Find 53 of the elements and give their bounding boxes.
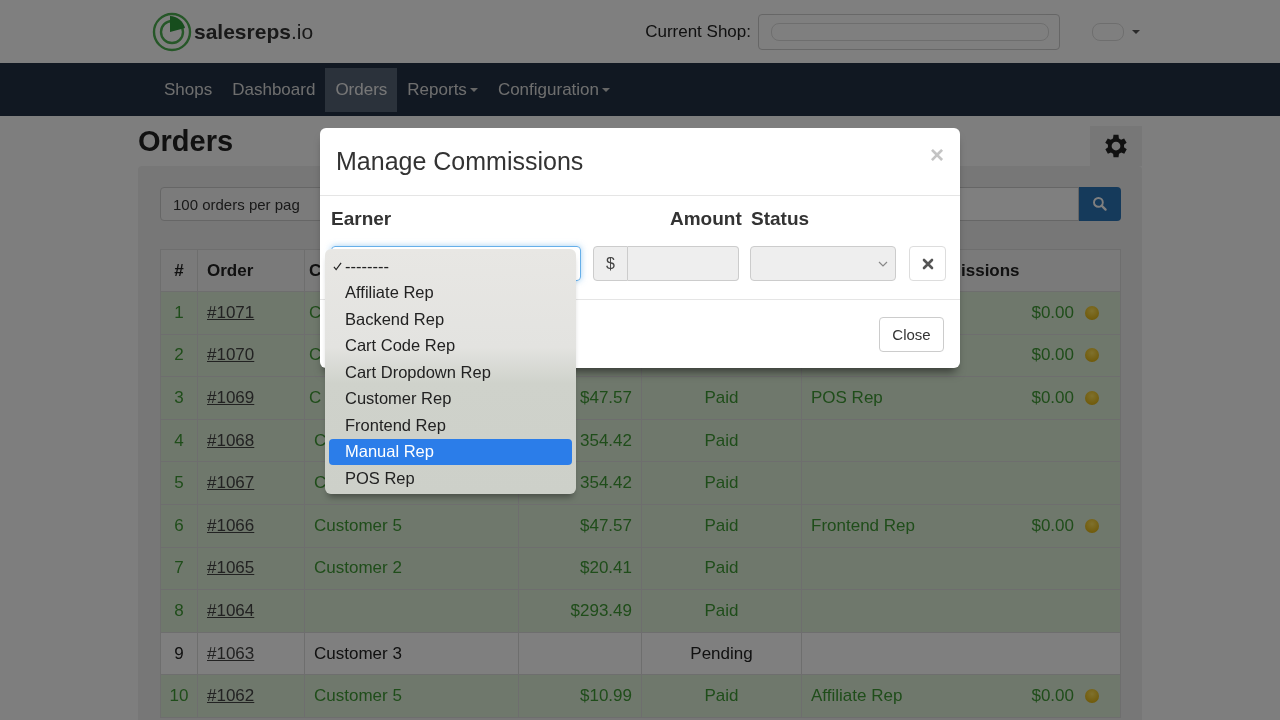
- table-cell: Paid: [704, 473, 739, 494]
- table-cell: 4: [174, 430, 184, 451]
- table-cell: Paid: [704, 686, 739, 707]
- table-cell: 6: [174, 515, 184, 536]
- column-header: C: [309, 260, 322, 281]
- table-cell: Affiliate Rep: [811, 686, 903, 706]
- table-cell: $47.57: [580, 515, 632, 536]
- table-cell: C: [314, 430, 327, 451]
- table-cell: $10.99: [580, 686, 632, 707]
- table-cell: 354.42: [580, 430, 632, 451]
- field-label: Status: [751, 208, 810, 231]
- table-cell: Paid: [704, 515, 739, 536]
- page-title: Orders: [138, 124, 234, 158]
- currency-addon: $: [593, 246, 628, 281]
- table-cell: $0.00: [1031, 345, 1074, 365]
- table-cell: C: [309, 388, 322, 408]
- table-cell: C: [309, 302, 322, 323]
- table-cell: 1: [174, 302, 184, 323]
- table-cell: 8: [174, 600, 184, 621]
- table-cell: Paid: [704, 600, 739, 621]
- table-cell: Paid: [704, 558, 739, 579]
- table-cell: C: [309, 345, 322, 366]
- table-cell: $0.00: [1031, 686, 1074, 706]
- table-cell: Paid: [704, 430, 739, 451]
- table-cell: Pending: [690, 643, 753, 664]
- table-cell: Customer 5: [314, 515, 402, 536]
- table-cell: $0.00: [1031, 515, 1074, 535]
- table-cell: 7: [174, 558, 184, 579]
- table-cell: POS Rep: [811, 388, 883, 407]
- table-cell: Customer 3: [314, 643, 402, 664]
- table-cell: Customer 5: [314, 686, 402, 707]
- column-header: issions: [961, 260, 1020, 281]
- table-cell: $293.49: [570, 600, 632, 621]
- field-label: Amount: [670, 208, 743, 231]
- table-cell: C: [314, 473, 327, 494]
- table-cell: 3: [174, 388, 184, 408]
- shop-label: Current Shop:: [645, 21, 751, 42]
- table-cell: 2: [174, 345, 184, 366]
- table-cell: $0.00: [1031, 302, 1074, 322]
- table-cell: 5: [174, 473, 184, 494]
- table-cell: 10: [169, 686, 189, 707]
- table-cell: Paid: [704, 388, 739, 408]
- modal-title: Manage Commissions: [336, 147, 584, 176]
- table-cell: Customer 2: [314, 558, 402, 579]
- table-cell: $0.00: [1031, 388, 1074, 407]
- column-header: Order: [207, 260, 254, 281]
- table-cell: $20.41: [580, 558, 632, 579]
- table-cell: Frontend Rep: [811, 515, 915, 535]
- table-cell: 9: [174, 643, 184, 664]
- column-header: #: [174, 260, 184, 281]
- logo-text: salesreps.io: [194, 19, 314, 44]
- table-cell: 354.42: [580, 473, 632, 494]
- table-cell: $47.57: [580, 388, 632, 408]
